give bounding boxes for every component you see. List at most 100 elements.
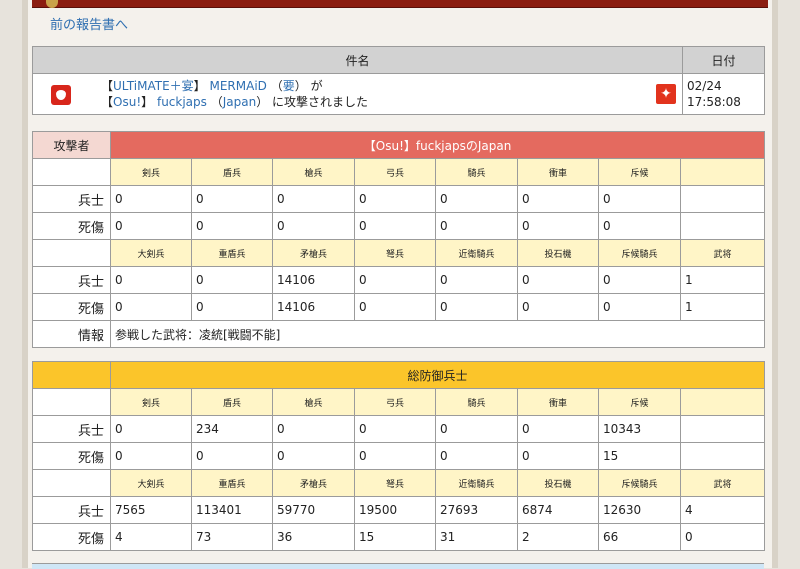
row-label: 死傷 (32, 212, 111, 240)
value-cell: 15 (354, 523, 436, 551)
unit-header: 近衛騎兵 (435, 469, 518, 497)
value-cell: 2 (517, 523, 599, 551)
unit-header: 矛槍兵 (272, 239, 355, 267)
row-label: 死傷 (32, 293, 111, 321)
defender-player-link[interactable]: fuckjaps (157, 95, 207, 109)
value-cell: 7565 (110, 496, 192, 524)
previous-report-link[interactable]: 前の報告書へ (50, 14, 128, 33)
unit-header: 衝車 (517, 158, 599, 186)
table-row: 兵士 0 0 0 0 0 0 0 (32, 185, 766, 213)
unit-header: 剣兵 (110, 158, 192, 186)
unit-header: 弓兵 (354, 158, 436, 186)
value-cell: 0 (354, 415, 436, 443)
defense-shield-icon (51, 85, 71, 105)
row-label: 兵士 (32, 185, 111, 213)
value-cell: 0 (679, 523, 766, 551)
value-cell: 0 (191, 442, 273, 470)
row-label: 死傷 (32, 442, 111, 470)
value-cell: 0 (191, 266, 273, 294)
report-date: 02/24 (687, 79, 722, 93)
value-cell (679, 442, 766, 470)
value-cell: 0 (272, 442, 355, 470)
defender-country-link[interactable]: Japan (223, 95, 256, 109)
defender-title: 総防御兵士 (109, 361, 766, 389)
defender-label-cell (32, 361, 111, 389)
next-section-edge (32, 563, 764, 569)
value-cell: 234 (191, 415, 273, 443)
unit-header: 剣兵 (110, 388, 192, 416)
header-ornament (46, 0, 58, 8)
unit-header (679, 388, 766, 416)
value-cell: 27693 (435, 496, 518, 524)
value-cell: 0 (354, 293, 436, 321)
value-cell: 0 (354, 212, 436, 240)
attacker-alliance-link[interactable]: ULTiMATE＋宴 (113, 79, 194, 93)
unit-header: 斥候 (598, 158, 681, 186)
value-cell: 0 (110, 415, 192, 443)
unit-header: 槍兵 (272, 158, 355, 186)
unit-header: 弩兵 (354, 239, 436, 267)
unit-header-row: 大剣兵 重盾兵 矛槍兵 弩兵 近衛騎兵 投石機 斥候騎兵 武将 (32, 469, 766, 497)
attacker-title: 【Osu!】fuckjapsのJapan (109, 131, 766, 159)
empty-cell (32, 469, 111, 497)
report-date-cell: 02/24 17:58:08 (682, 73, 765, 115)
value-cell: 0 (272, 212, 355, 240)
value-cell (679, 415, 766, 443)
attacker-country-link[interactable]: 要 (283, 79, 295, 93)
value-cell: 0 (110, 442, 192, 470)
value-cell: 0 (598, 212, 681, 240)
subject-particle: が (310, 79, 323, 93)
unit-header: 斥候騎兵 (598, 469, 681, 497)
unit-header (679, 158, 766, 186)
row-label: 死傷 (32, 523, 111, 551)
attacker-title-country[interactable]: Japan (478, 139, 511, 153)
table-row: 兵士 7565 113401 59770 19500 27693 6874 12… (32, 496, 766, 524)
value-cell: 0 (517, 266, 599, 294)
table-row: 兵士 0 0 14106 0 0 0 0 1 (32, 266, 766, 294)
value-cell: 4 (110, 523, 192, 551)
value-cell: 0 (110, 212, 192, 240)
value-cell: 0 (598, 266, 681, 294)
value-cell: 59770 (272, 496, 355, 524)
value-cell (679, 212, 766, 240)
defender-alliance-link[interactable]: Osu! (113, 95, 141, 109)
empty-cell (32, 158, 111, 186)
page-frame-right (772, 0, 778, 568)
value-cell: 4 (679, 496, 766, 524)
unit-header: 大剣兵 (110, 469, 192, 497)
unit-header: 投石機 (517, 239, 599, 267)
unit-header: 騎兵 (435, 388, 518, 416)
value-cell: 36 (272, 523, 355, 551)
unit-header: 近衛騎兵 (435, 239, 518, 267)
table-row: 死傷 4 73 36 15 31 2 66 0 (32, 523, 766, 551)
table-row: 死傷 0 0 0 0 0 0 0 (32, 212, 766, 240)
attacker-table: 攻撃者 【Osu!】fuckjapsのJapan 剣兵 盾兵 槍兵 弓兵 騎兵 … (32, 131, 766, 348)
subject-cell: 【ULTiMATE＋宴】 MERMAiD （要） が 【Osu!】 fuckja… (32, 73, 683, 115)
value-cell: 0 (272, 185, 355, 213)
value-cell: 0 (110, 185, 192, 213)
table-row: 兵士 0 234 0 0 0 0 10343 (32, 415, 766, 443)
value-cell: 0 (435, 185, 518, 213)
value-cell: 113401 (191, 496, 273, 524)
attacker-title-player[interactable]: fuckjaps (416, 139, 466, 153)
value-cell: 31 (435, 523, 518, 551)
value-cell: 73 (191, 523, 273, 551)
unit-header: 重盾兵 (191, 239, 273, 267)
unit-header: 重盾兵 (191, 469, 273, 497)
unit-header: 槍兵 (272, 388, 355, 416)
value-cell: 15 (598, 442, 681, 470)
value-cell: 0 (435, 212, 518, 240)
attacker-title-alliance[interactable]: Osu! (376, 139, 404, 153)
value-cell: 66 (598, 523, 681, 551)
row-label: 兵士 (32, 496, 111, 524)
attack-runner-icon: ✦ (656, 84, 676, 104)
row-label: 兵士 (32, 415, 111, 443)
value-cell: 12630 (598, 496, 681, 524)
unit-header: 斥候 (598, 388, 681, 416)
attacker-player-link[interactable]: MERMAiD (210, 79, 267, 93)
value-cell: 0 (354, 442, 436, 470)
value-cell: 0 (517, 185, 599, 213)
report-time: 17:58:08 (687, 95, 741, 109)
value-cell: 14106 (272, 293, 355, 321)
value-cell: 0 (435, 415, 518, 443)
